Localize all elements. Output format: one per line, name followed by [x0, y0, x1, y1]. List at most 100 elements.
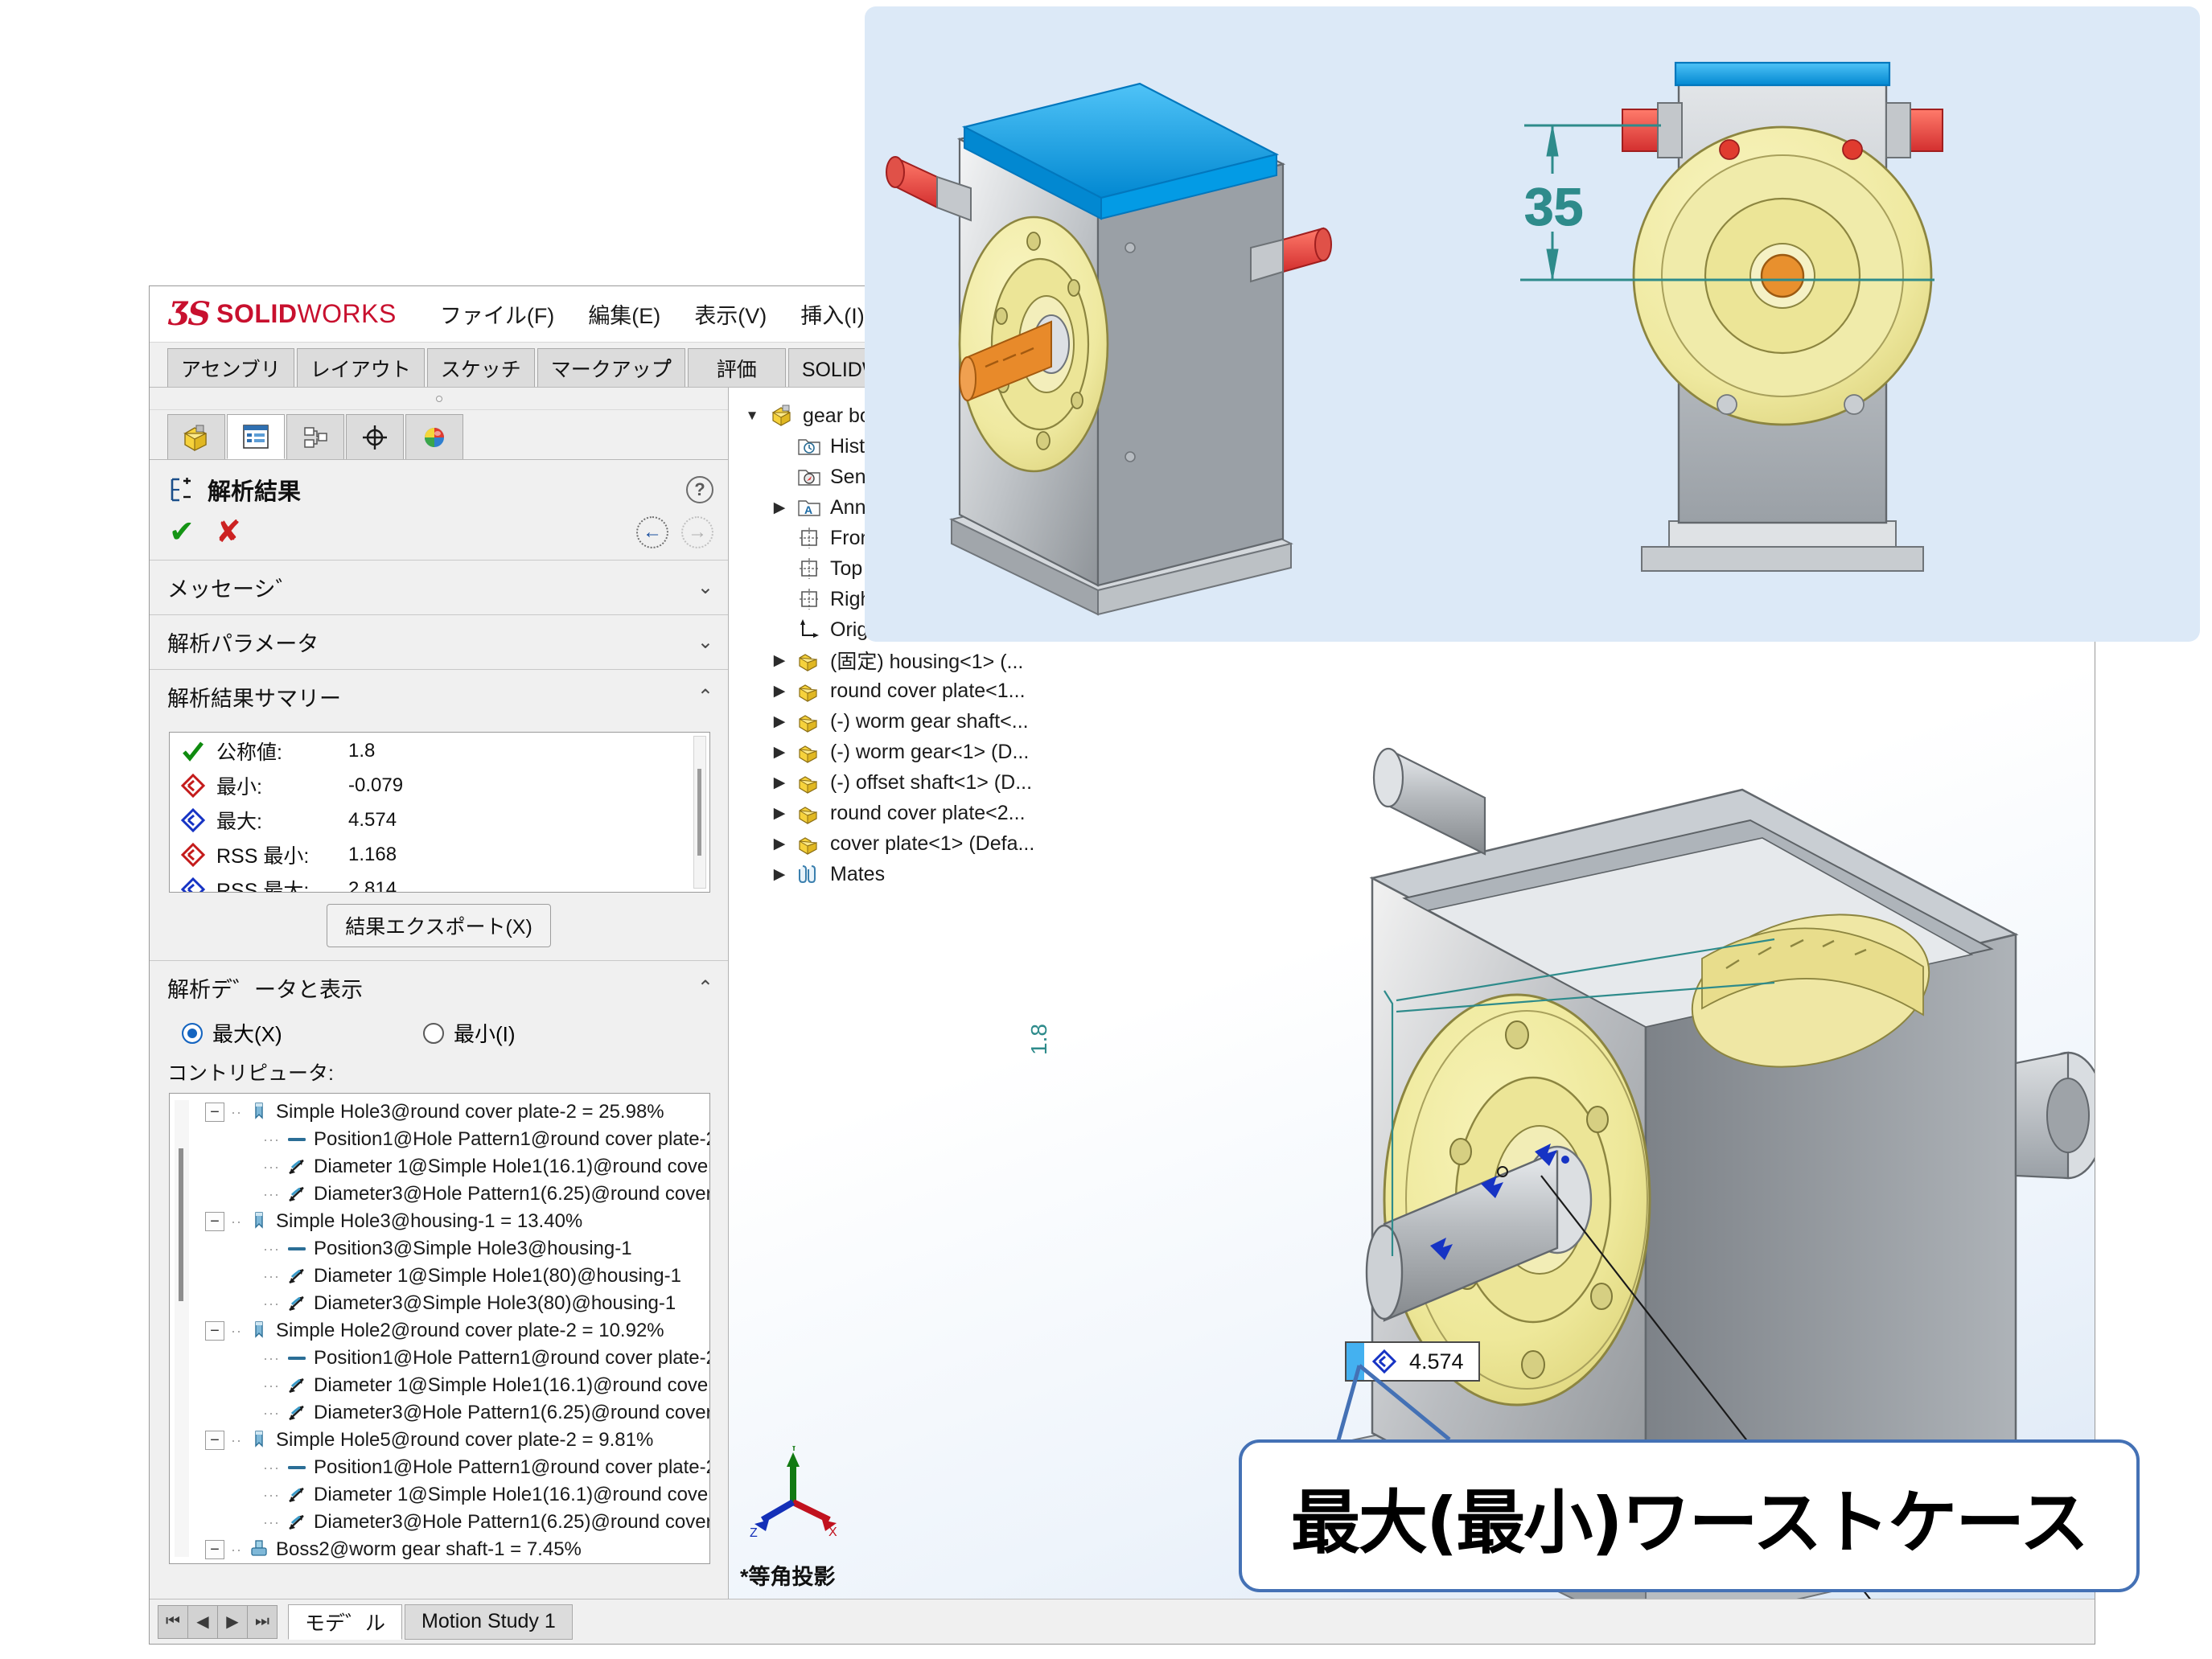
contributor-child-row[interactable]: ··· Diameter 1@Simple Hole1(16.1)@round c… — [205, 1153, 709, 1181]
chevron-down-icon[interactable]: ▼ — [743, 408, 761, 424]
contributor-child-row[interactable]: ··· Diameter3@Hole Pattern1(6.25)@round c… — [205, 1399, 709, 1427]
chevron-right-icon[interactable]: ▶ — [771, 835, 788, 853]
contributor-child-row[interactable]: ··· Position1@Hole Pattern1@round cover p… — [205, 1345, 709, 1372]
contributor-group-row[interactable]: − ·· Simple Hole3@round cover plate-2 = 25… — [205, 1098, 709, 1126]
nav-prev-button[interactable]: ◀ — [187, 1604, 218, 1639]
feature-tree-item[interactable]: ▶ cover plate<1> (Defa... — [743, 828, 1121, 859]
panel-splitter-handle[interactable] — [150, 388, 728, 410]
feature-tree-label: Mates — [830, 862, 886, 885]
section-message[interactable]: メッセーシ゛ ⌄ — [150, 561, 728, 615]
radio-minimum-dot[interactable] — [423, 1022, 444, 1044]
triad-y-label: Y — [790, 1446, 798, 1454]
tab-feature-manager[interactable] — [167, 414, 225, 459]
contributor-child-row[interactable]: ··· Diameter3@Hole Pattern1(6.25)@round c… — [205, 1509, 709, 1536]
contributors-scrollbar[interactable] — [175, 1100, 189, 1557]
contributor-child-row[interactable]: ··· Position3@Simple Hole3@housing-1 — [205, 1235, 709, 1263]
feature-tree-label: (-) worm gear<1> (D... — [830, 740, 1030, 763]
contributor-child-row[interactable]: ··· Position1@Hole Pattern1@round cover p… — [205, 1454, 709, 1481]
tab-layout[interactable]: レイアウト — [296, 348, 425, 387]
chevron-right-icon[interactable]: ▶ — [771, 712, 788, 731]
diamond-red-icon — [181, 774, 205, 798]
diameter-icon — [289, 1515, 304, 1530]
feature-tree-item[interactable]: ▶ Mates — [743, 859, 1121, 889]
contributor-child-row[interactable]: ··· Diameter3@Hole Pattern1(6.25)@round c… — [205, 1181, 709, 1208]
menu-insert[interactable]: 挿入(I) — [796, 295, 869, 333]
help-icon[interactable]: ? — [686, 476, 713, 503]
chevron-right-icon[interactable]: ▶ — [771, 651, 788, 670]
accept-button[interactable]: ✔ — [169, 517, 195, 548]
next-button[interactable]: → — [681, 516, 713, 548]
contributor-child-row[interactable]: ··· Position1@Hole Pattern1@round cover p… — [205, 1126, 709, 1153]
radio-maximum-dot[interactable] — [182, 1022, 203, 1044]
tab-sketch[interactable]: スケッチ — [426, 348, 535, 387]
contributor-group-row[interactable]: − ·· Simple Hole3@housing-1 = 13.40% — [205, 1208, 709, 1235]
analysis-summary-box: 公称値: 1.8 最小: -0.079 最大: 4.574 RSS 最小: 1.… — [169, 732, 710, 893]
hole-icon — [255, 1431, 263, 1448]
radio-maximum[interactable]: 最大(X) — [182, 1018, 423, 1048]
contributor-child-row[interactable]: ··· Diameter 1@Simple Hole1(16.1)@round c… — [205, 1372, 709, 1399]
tree-connector: ·· — [231, 1431, 242, 1448]
chevron-right-icon[interactable]: ▶ — [771, 774, 788, 792]
nav-last-button[interactable]: ⏭ — [247, 1604, 278, 1639]
summary-scroll-thumb[interactable] — [697, 769, 701, 856]
bottom-tab-model[interactable]: モデ゛ル — [288, 1604, 403, 1640]
export-results-button[interactable]: 結果エクスポート(X) — [327, 904, 551, 947]
contributors-scroll-thumb[interactable] — [179, 1148, 183, 1301]
chevron-down-icon: ⌄ — [697, 577, 713, 598]
annotations-folder-icon: A — [798, 500, 820, 516]
feature-tree-item[interactable]: ▶ (-) worm gear<1> (D... — [743, 737, 1121, 767]
cancel-button[interactable]: ✘ — [216, 517, 241, 548]
section-analysis-summary[interactable]: 解析結果サマリー ⌃ — [150, 670, 728, 724]
contributor-group-row[interactable]: − ·· Simple Hole2@round cover plate-2 = 10… — [205, 1317, 709, 1345]
summary-label: 公称値: — [216, 741, 282, 764]
summary-value: 4.574 — [348, 809, 397, 831]
chevron-right-icon[interactable]: ▶ — [771, 743, 788, 762]
nav-first-button[interactable]: ⏮ — [158, 1604, 188, 1639]
feature-tree-item[interactable]: ▶ (固定) housing<1> (... — [743, 645, 1121, 676]
expander-collapse-icon[interactable]: − — [205, 1431, 224, 1450]
chevron-right-icon[interactable]: ▶ — [771, 804, 788, 823]
minmax-radio-group: 最大(X) 最小(I) — [150, 1015, 728, 1053]
expander-collapse-icon[interactable]: − — [205, 1212, 224, 1231]
expander-collapse-icon[interactable]: − — [205, 1103, 224, 1122]
contributor-child-row[interactable]: ··· Diameter 1@Simple Hole1(16.1)@round c… — [205, 1481, 709, 1509]
contributor-group-row[interactable]: − ·· Simple Hole5@round cover plate-2 = 9.… — [205, 1427, 709, 1454]
tab-dimxpert-manager[interactable] — [346, 414, 404, 459]
menu-view[interactable]: 表示(V) — [689, 295, 771, 333]
tab-evaluate[interactable]: 評価 — [687, 348, 786, 387]
chevron-right-icon[interactable]: ▶ — [771, 499, 788, 517]
tab-property-manager[interactable] — [227, 414, 285, 459]
contributor-child-row[interactable]: ··· Diameter3@Simple Hole3(80)@housing-1 — [205, 1290, 709, 1317]
chevron-right-icon[interactable]: ▶ — [771, 865, 788, 884]
tab-configuration-manager[interactable] — [286, 414, 344, 459]
model-right-bearing-boss — [2014, 1051, 2095, 1180]
bottom-tab-motion-study[interactable]: Motion Study 1 — [405, 1604, 573, 1640]
expander-collapse-icon[interactable]: − — [205, 1540, 224, 1559]
tab-display-manager[interactable] — [405, 414, 463, 459]
tree-connector: ··· — [263, 1377, 280, 1394]
section-analysis-data-display[interactable]: 解析デ゛ータと表示 ⌃ — [150, 960, 728, 1015]
tab-assembly[interactable]: アセンブリ — [167, 348, 294, 387]
position-icon — [287, 1357, 306, 1360]
menu-file[interactable]: ファイル(F) — [435, 295, 559, 333]
part-icon — [799, 654, 817, 671]
feature-tree-label: (-) worm gear shaft<... — [830, 709, 1029, 733]
feature-tree-item[interactable]: ▶ round cover plate<1... — [743, 676, 1121, 706]
chevron-right-icon[interactable]: ▶ — [771, 682, 788, 700]
nav-next-button[interactable]: ▶ — [217, 1604, 248, 1639]
contributor-child-row[interactable]: ··· Diameter 1@Simple Hole1(80)@housing-1 — [205, 1263, 709, 1290]
coordinate-triad: Y X Z — [750, 1446, 837, 1540]
summary-scrollbar[interactable] — [693, 736, 706, 889]
contributor-group-row[interactable]: − ·· Boss2@worm gear shaft-1 = 7.45% — [205, 1536, 709, 1563]
expander-collapse-icon[interactable]: − — [205, 1321, 224, 1341]
feature-tree-item[interactable]: ▶ round cover plate<2... — [743, 798, 1121, 828]
position-icon — [287, 1466, 306, 1469]
radio-minimum[interactable]: 最小(I) — [423, 1018, 516, 1048]
plane-icon — [800, 558, 819, 579]
section-analysis-parameters[interactable]: 解析パラメータ ⌄ — [150, 615, 728, 670]
previous-button[interactable]: ← — [636, 516, 668, 548]
menu-edit[interactable]: 編集(E) — [583, 295, 665, 333]
feature-tree-item[interactable]: ▶ (-) offset shaft<1> (D... — [743, 767, 1121, 798]
feature-tree-item[interactable]: ▶ (-) worm gear shaft<... — [743, 706, 1121, 737]
tab-markup[interactable]: マークアップ゚ — [537, 348, 685, 387]
